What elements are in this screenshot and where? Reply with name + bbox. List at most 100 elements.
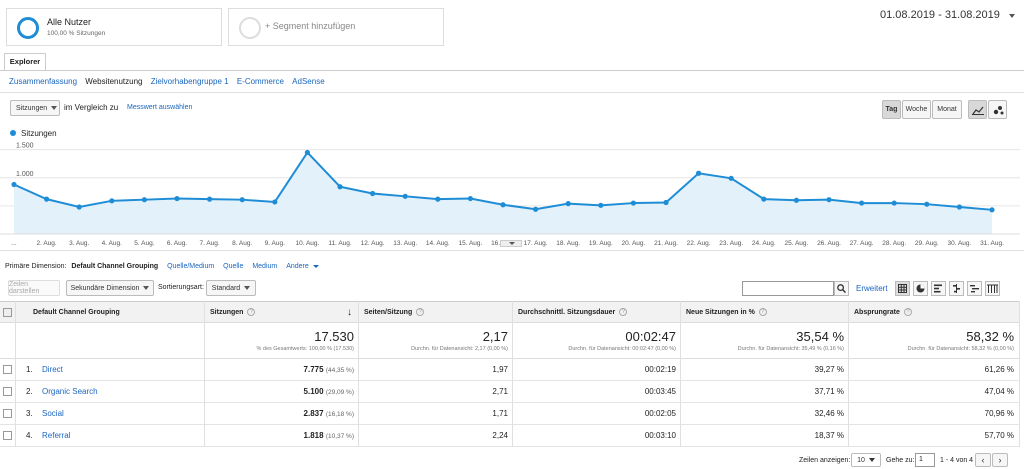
view-pivot-button[interactable] (985, 281, 1000, 296)
add-segment-button[interactable]: + Segment hinzufügen (228, 8, 444, 46)
search-button[interactable] (834, 281, 849, 296)
help-icon[interactable]: ? (903, 308, 912, 316)
data-point[interactable] (891, 200, 897, 206)
period-month-button[interactable]: Monat (932, 100, 962, 119)
row-channel-link[interactable]: Referral (42, 425, 70, 447)
row-index: 2. (26, 387, 33, 396)
data-point[interactable] (728, 175, 734, 181)
data-point[interactable] (696, 170, 702, 176)
plot-rows-button[interactable]: Zeilen darstellen (8, 280, 60, 296)
advanced-filter-link[interactable]: Erweitert (856, 284, 888, 293)
row-channel-link[interactable]: Organic Search (42, 381, 98, 403)
data-point[interactable] (272, 199, 278, 205)
segment-placeholder-icon (239, 17, 261, 39)
dimension-source-medium[interactable]: Quelle/Medium (167, 263, 214, 270)
view-table-button[interactable] (895, 281, 910, 296)
help-icon[interactable]: ? (758, 308, 767, 316)
header-sessions[interactable]: Sitzungen? ↓ (204, 301, 358, 323)
row-channel-link[interactable]: Social (42, 403, 64, 425)
subtab-ecommerce[interactable]: E-Commerce (237, 77, 284, 86)
segment-all-users[interactable]: Alle Nutzer 100,00 % Sitzungen (6, 8, 222, 46)
data-point[interactable] (598, 202, 604, 208)
x-tick-label: 28. Aug. (882, 240, 906, 247)
data-point[interactable] (924, 201, 930, 207)
header-channel-grouping[interactable]: Default Channel Grouping (15, 301, 204, 323)
data-point[interactable] (956, 204, 963, 210)
next-page-button[interactable]: › (992, 453, 1008, 467)
select-metric-link[interactable]: Messwert auswählen (127, 104, 192, 111)
rows-per-page-select[interactable]: 10 (851, 453, 881, 467)
select-all-checkbox[interactable] (3, 308, 12, 317)
x-tick-label: 7. Aug. (199, 240, 219, 247)
chevron-down-icon (143, 286, 150, 290)
dimension-active[interactable]: Default Channel Grouping (71, 263, 158, 270)
total-bounce: 58,32 % Durchn. für Datenansicht: 58,32 … (848, 329, 1014, 352)
header-avg-duration[interactable]: Durchschnittl. Sitzungsdauer? (512, 301, 680, 323)
data-point[interactable] (859, 200, 865, 206)
goto-page-input[interactable]: 1 (915, 453, 935, 467)
data-point[interactable] (989, 207, 995, 213)
view-pie-button[interactable] (913, 281, 928, 296)
motion-chart-toggle[interactable] (988, 100, 1007, 119)
data-point[interactable] (663, 199, 669, 206)
header-bounce-rate[interactable]: Absprungrate? (848, 301, 1020, 323)
view-comparison-button[interactable] (949, 281, 964, 296)
col-divider (680, 301, 681, 447)
data-point[interactable] (174, 195, 180, 202)
data-point[interactable] (793, 197, 800, 203)
header-new-sessions[interactable]: Neue Sitzungen in %? (680, 301, 848, 323)
data-point[interactable] (826, 197, 832, 203)
data-point[interactable] (761, 196, 767, 202)
header-new-label: Neue Sitzungen in % (686, 308, 755, 316)
view-term-cloud-button[interactable] (967, 281, 982, 296)
data-point[interactable] (109, 198, 115, 204)
sort-type-select[interactable]: Standard (206, 280, 256, 296)
prev-page-button[interactable]: ‹ (975, 453, 991, 467)
data-point[interactable] (76, 204, 82, 210)
data-point[interactable] (467, 195, 473, 202)
data-point[interactable] (44, 196, 50, 202)
data-point[interactable] (630, 200, 637, 206)
dimension-source[interactable]: Quelle (223, 263, 243, 270)
period-day-button[interactable]: Tag (882, 100, 901, 119)
row-checkbox[interactable] (3, 409, 12, 418)
subtab-summary[interactable]: Zusammenfassung (9, 77, 77, 86)
data-point[interactable] (207, 196, 213, 202)
help-icon[interactable]: ? (619, 308, 628, 316)
data-point[interactable] (435, 196, 441, 202)
row-channel-link[interactable]: Direct (42, 359, 63, 381)
help-icon[interactable]: ? (416, 308, 425, 316)
date-range-picker[interactable]: 01.08.2019 - 31.08.2019 (880, 9, 1015, 21)
total-bounce-sub: Durchn. für Datenansicht: 58,32 % (0,00 … (907, 346, 1014, 352)
data-point[interactable] (141, 197, 147, 203)
dimension-other[interactable]: Andere (286, 263, 309, 270)
data-point[interactable] (500, 202, 506, 208)
subtab-goal-set-1[interactable]: Zielvorhabengruppe 1 (151, 77, 229, 86)
row-checkbox[interactable] (3, 387, 12, 396)
subtab-site-usage[interactable]: Websitenutzung (85, 77, 142, 86)
secondary-dimension-select[interactable]: Sekundäre Dimension (66, 280, 154, 296)
dimension-medium[interactable]: Medium (252, 263, 277, 270)
row-checkbox[interactable] (3, 431, 12, 440)
table-search-input[interactable] (742, 281, 834, 296)
row-checkbox[interactable] (3, 365, 12, 374)
period-week-button[interactable]: Woche (902, 100, 931, 119)
data-point[interactable] (370, 190, 376, 197)
data-point[interactable] (11, 181, 17, 188)
data-point[interactable] (402, 193, 408, 199)
view-performance-button[interactable] (931, 281, 946, 296)
line-chart-toggle[interactable] (968, 100, 987, 119)
metric-select[interactable]: Sitzungen (10, 100, 60, 116)
x-tick-label: 25. Aug. (784, 240, 808, 247)
data-point[interactable] (337, 184, 343, 190)
segment-sub: 100,00 % Sitzungen (47, 30, 106, 37)
data-point[interactable] (239, 197, 245, 203)
help-icon[interactable]: ? (247, 308, 256, 316)
data-point[interactable] (565, 201, 571, 207)
data-point[interactable] (533, 206, 539, 212)
tab-explorer[interactable]: Explorer (4, 53, 46, 70)
chart-resize-handle[interactable] (500, 240, 522, 247)
data-point[interactable] (304, 149, 310, 156)
subtab-adsense[interactable]: AdSense (292, 77, 324, 86)
header-pages-per-session[interactable]: Seiten/Sitzung? (358, 301, 512, 323)
